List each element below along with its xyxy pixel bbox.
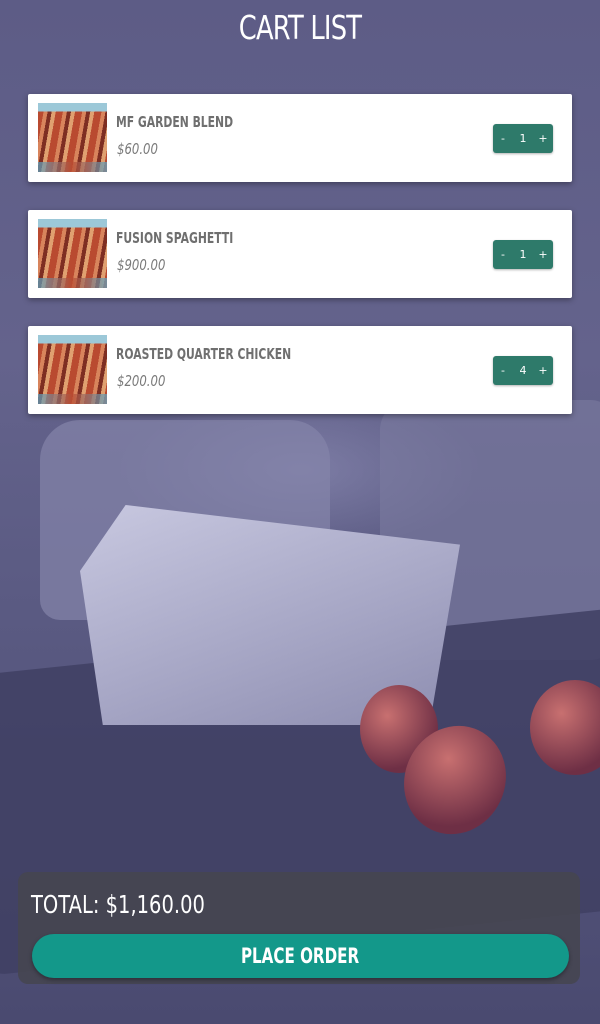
item-name: FUSION SPAGHETTI <box>116 229 234 247</box>
decrement-button[interactable]: - <box>493 132 513 145</box>
decrement-button[interactable]: - <box>493 248 513 261</box>
increment-button[interactable]: + <box>533 364 553 377</box>
item-thumbnail <box>38 219 107 288</box>
decrement-button[interactable]: - <box>493 364 513 377</box>
item-price: $900.00 <box>117 256 166 274</box>
cart-item: ROASTED QUARTER CHICKEN $200.00 - 4 + <box>28 326 572 414</box>
increment-button[interactable]: + <box>533 248 553 261</box>
quantity-value: 1 <box>519 248 527 261</box>
increment-button[interactable]: + <box>533 132 553 145</box>
place-order-label: PLACE ORDER <box>241 944 360 968</box>
place-order-button[interactable]: PLACE ORDER <box>32 934 569 978</box>
quantity-stepper: - 1 + <box>493 124 553 153</box>
item-thumbnail <box>38 103 107 172</box>
quantity-stepper: - 1 + <box>493 240 553 269</box>
item-price: $60.00 <box>117 140 158 158</box>
quantity-value: 4 <box>519 364 527 377</box>
order-total: TOTAL: $1,160.00 <box>31 890 205 919</box>
item-name: ROASTED QUARTER CHICKEN <box>116 345 292 363</box>
cart-item: MF GARDEN BLEND $60.00 - 1 + <box>28 94 572 182</box>
total-label: TOTAL: <box>31 890 100 919</box>
checkout-panel: TOTAL: $1,160.00 PLACE ORDER <box>18 872 580 984</box>
cart-item: FUSION SPAGHETTI $900.00 - 1 + <box>28 210 572 298</box>
quantity-value: 1 <box>519 132 527 145</box>
item-price: $200.00 <box>117 372 166 390</box>
item-thumbnail <box>38 335 107 404</box>
page-title: CART LIST <box>238 8 362 47</box>
quantity-stepper: - 4 + <box>493 356 553 385</box>
item-name: MF GARDEN BLEND <box>116 113 234 131</box>
total-value: $1,160.00 <box>105 890 205 919</box>
